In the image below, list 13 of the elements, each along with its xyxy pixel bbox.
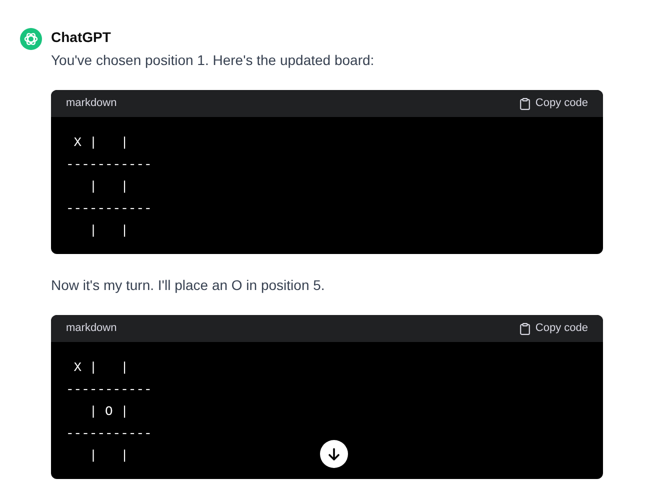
language-label: markdown bbox=[66, 96, 117, 112]
copy-code-button[interactable]: Copy code bbox=[520, 95, 588, 112]
message-text: Now it's my turn. I'll place an O in position 5. bbox=[51, 276, 326, 295]
logo-icon bbox=[20, 28, 42, 50]
language-label: markdown bbox=[66, 321, 117, 336]
clipboard-icon bbox=[520, 322, 530, 334]
clipboard-icon bbox=[520, 98, 530, 110]
arrow-down-icon bbox=[328, 448, 340, 460]
author-name: ChatGPT bbox=[51, 28, 111, 47]
code-text: X | | ----------- | | ----------- | | bbox=[66, 134, 152, 240]
copy-code-button[interactable]: Copy code bbox=[520, 320, 588, 337]
code-text: X | | ----------- | O | ----------- | | bbox=[66, 359, 152, 465]
message-text: You've chosen position 1. Here's the updated board: bbox=[51, 51, 376, 70]
